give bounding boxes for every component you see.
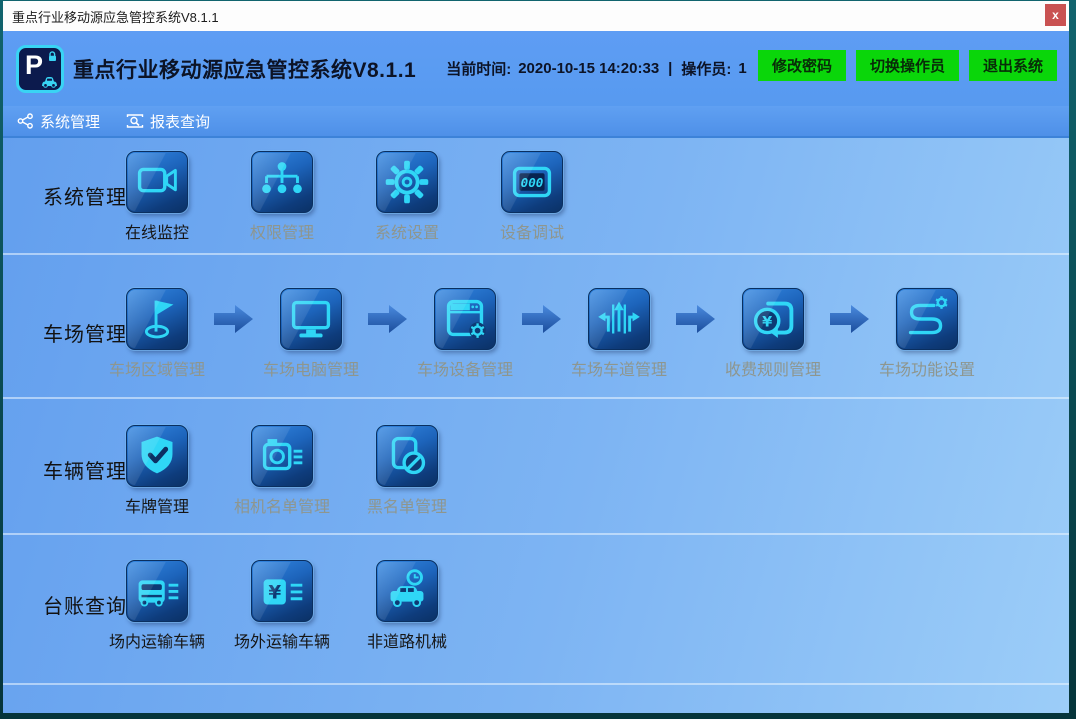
launcher-item-flag-pin[interactable]: 车场区域管理 xyxy=(126,288,188,380)
car-clock-icon xyxy=(376,560,438,622)
menu-item-label: 系统管理 xyxy=(40,111,100,132)
launcher-item-ban-list[interactable]: 黑名单管理 xyxy=(376,425,438,517)
operator-label: 操作员: xyxy=(681,58,731,79)
launcher-item-label: 车场区域管理 xyxy=(109,356,205,380)
flow-arrow-icon xyxy=(676,300,716,338)
launcher-item-yen-list[interactable]: ¥ 场外运输车辆 xyxy=(251,560,313,652)
lock-icon xyxy=(47,51,58,62)
launcher-item-lanes[interactable]: 车场车道管理 xyxy=(588,288,650,380)
close-icon: x xyxy=(1052,9,1059,21)
launcher-item-video-camera[interactable]: 在线监控 xyxy=(126,151,188,243)
launcher-item-label: 设备调试 xyxy=(500,219,564,243)
launcher-item-label: 权限管理 xyxy=(250,219,314,243)
monitor-icon xyxy=(280,288,342,350)
operator-value: 1 xyxy=(738,60,746,77)
app-window: 重点行业移动源应急管控系统V8.1.1 x P 重点行业移动源应急管控系统V8.… xyxy=(3,1,1069,713)
main-content: 系统管理 在线监控 权限管理 系统设置 000 设备调试车场管理 车场区域管理 车… xyxy=(3,138,1069,713)
launcher-item-label: 黑名单管理 xyxy=(367,493,447,517)
svg-text:¥: ¥ xyxy=(762,314,772,330)
section-title: 车场管理 xyxy=(3,318,126,347)
lanes-icon xyxy=(588,288,650,350)
launcher-item-label: 车场设备管理 xyxy=(417,356,513,380)
exit-system-button[interactable]: 退出系统 xyxy=(969,50,1057,81)
flow-arrow-icon xyxy=(830,300,870,338)
launcher-item-route-gear[interactable]: 车场功能设置 xyxy=(896,288,958,380)
app-header: P 重点行业移动源应急管控系统V8.1.1 当前时间: 2020-10-15 1… xyxy=(3,31,1069,106)
launcher-item-monitor[interactable]: 车场电脑管理 xyxy=(280,288,342,380)
launcher-item-label: 在线监控 xyxy=(125,219,189,243)
menu-item-report-query[interactable]: 报表查询 xyxy=(126,111,210,132)
title-bar: 重点行业移动源应急管控系统V8.1.1 x xyxy=(3,1,1069,31)
report-search-icon xyxy=(126,113,144,129)
flow-arrow-icon xyxy=(676,300,716,338)
car-icon xyxy=(40,75,59,88)
section-2: 车场管理 车场区域管理 车场电脑管理 车场设备管理 车场车道管理 ¥收费规则管理 xyxy=(3,255,1069,399)
change-password-button[interactable]: 修改密码 xyxy=(758,50,846,81)
time-label: 当前时间: xyxy=(446,58,511,79)
launcher-item-yen-transfer[interactable]: ¥收费规则管理 xyxy=(742,288,804,380)
launcher-item-label: 非道路机械 xyxy=(367,628,447,652)
launcher-item-gear[interactable]: 系统设置 xyxy=(376,151,438,243)
menu-bar: 系统管理 报表查询 xyxy=(3,106,1069,138)
launcher-item-label: 收费规则管理 xyxy=(725,356,821,380)
current-time: 当前时间: 2020-10-15 14:20:33 | 操作员: 1 xyxy=(446,58,747,79)
app-logo: P xyxy=(16,45,64,93)
launcher-item-label: 场外运输车辆 xyxy=(234,628,330,652)
footer-space xyxy=(3,685,1069,713)
flow-arrow-icon xyxy=(214,300,254,338)
car-list-icon xyxy=(126,560,188,622)
menu-item-label: 报表查询 xyxy=(150,111,210,132)
flow-arrow-icon xyxy=(368,300,408,338)
svg-text:000: 000 xyxy=(521,175,544,190)
launcher-item-car-clock[interactable]: 非道路机械 xyxy=(376,560,438,652)
flow-arrow-icon xyxy=(522,300,562,338)
share-nodes-icon xyxy=(17,113,34,129)
video-camera-icon xyxy=(126,151,188,213)
section-title: 车辆管理 xyxy=(3,455,126,484)
yen-transfer-icon: ¥ xyxy=(742,288,804,350)
launcher-item-label: 车场车道管理 xyxy=(571,356,667,380)
launcher-item-label: 车场功能设置 xyxy=(879,356,975,380)
window-title: 重点行业移动源应急管控系统V8.1.1 xyxy=(12,7,219,26)
org-chart-icon xyxy=(251,151,313,213)
separator: | xyxy=(668,60,672,77)
shield-check-icon xyxy=(126,425,188,487)
section-title: 系统管理 xyxy=(3,181,126,210)
launcher-item-org-chart[interactable]: 权限管理 xyxy=(251,151,313,243)
flow-arrow-icon xyxy=(830,300,870,338)
launcher-item-label: 相机名单管理 xyxy=(234,493,330,517)
flow-arrow-icon xyxy=(214,300,254,338)
launcher-item-label: 车场电脑管理 xyxy=(263,356,359,380)
flag-pin-icon xyxy=(126,288,188,350)
route-gear-icon xyxy=(896,288,958,350)
launcher-item-label: 系统设置 xyxy=(375,219,439,243)
section-1: 系统管理 在线监控 权限管理 系统设置 000 设备调试 xyxy=(3,138,1069,255)
counter-icon: 000 xyxy=(501,151,563,213)
menu-item-system-management[interactable]: 系统管理 xyxy=(17,111,100,132)
launcher-item-counter[interactable]: 000 设备调试 xyxy=(501,151,563,243)
time-value: 2020-10-15 14:20:33 xyxy=(518,60,659,77)
yen-list-icon: ¥ xyxy=(251,560,313,622)
close-button[interactable]: x xyxy=(1045,4,1066,26)
launcher-item-car-list[interactable]: 场内运输车辆 xyxy=(126,560,188,652)
section-4: 台账查询 场内运输车辆 ¥ 场外运输车辆 非道路机械 xyxy=(3,535,1069,685)
section-title: 台账查询 xyxy=(3,590,126,619)
page-title: 重点行业移动源应急管控系统V8.1.1 xyxy=(73,54,416,84)
launcher-item-label: 场内运输车辆 xyxy=(109,628,205,652)
svg-text:¥: ¥ xyxy=(268,583,281,604)
switch-operator-button[interactable]: 切换操作员 xyxy=(856,50,959,81)
flow-arrow-icon xyxy=(368,300,408,338)
header-buttons: 修改密码 切换操作员 退出系统 xyxy=(758,50,1057,81)
camera-list-icon xyxy=(251,425,313,487)
flow-arrow-icon xyxy=(522,300,562,338)
gear-icon xyxy=(376,151,438,213)
launcher-item-shield-check[interactable]: 车牌管理 xyxy=(126,425,188,517)
launcher-item-label: 车牌管理 xyxy=(125,493,189,517)
launcher-item-camera-list[interactable]: 相机名单管理 xyxy=(251,425,313,517)
launcher-item-device-gear[interactable]: 车场设备管理 xyxy=(434,288,496,380)
section-3: 车辆管理 车牌管理 相机名单管理 黑名单管理 xyxy=(3,399,1069,535)
ban-list-icon xyxy=(376,425,438,487)
device-gear-icon xyxy=(434,288,496,350)
